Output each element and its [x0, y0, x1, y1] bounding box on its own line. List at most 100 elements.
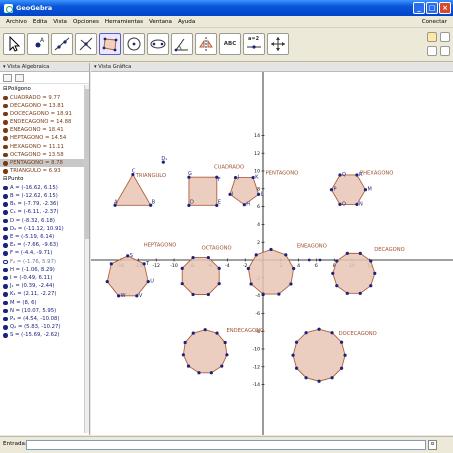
vertex-point[interactable]: [269, 247, 273, 252]
list-item[interactable]: H = (-1.06, 8.29): [0, 266, 88, 274]
list-item[interactable]: ENEAGONO = 18.41: [0, 126, 88, 134]
list-item[interactable]: E = (-5.19, 6.14): [0, 233, 88, 241]
connect-link[interactable]: Conectar: [422, 19, 447, 25]
vertex-point[interactable]: [191, 331, 195, 335]
algebra-list[interactable]: ⊟Polígono CUADRADO = 9.77 DECAGONO = 13.…: [0, 85, 88, 435]
vertex-point[interactable]: [294, 366, 299, 370]
menu-ventana[interactable]: Ventana: [146, 19, 175, 25]
vertex-point[interactable]: [217, 282, 221, 286]
circle-tool[interactable]: [123, 33, 145, 55]
vertex-point[interactable]: [223, 340, 227, 345]
vertex-point[interactable]: [105, 279, 109, 284]
list-item[interactable]: Q₂ = (5.83, -10.27): [0, 323, 88, 331]
list-item[interactable]: I = (-0.49, 6.11): [0, 274, 88, 282]
vertex-point[interactable]: [335, 259, 339, 263]
group-polygon[interactable]: ⊟Polígono: [0, 85, 88, 94]
list-item[interactable]: J₁ = (0.39, -2.44): [0, 282, 88, 290]
input-help-button[interactable]: α: [428, 440, 437, 450]
menu-herramientas[interactable]: Herramientas: [102, 19, 146, 25]
free-point[interactable]: [318, 258, 322, 262]
vertex-point[interactable]: [369, 259, 373, 263]
algebra-scrollbar[interactable]: [84, 85, 89, 433]
vertex-point[interactable]: [209, 371, 213, 375]
list-item[interactable]: HEPTAGONO = 14.54: [0, 134, 88, 142]
conic-tool[interactable]: [147, 33, 169, 55]
vertex-point[interactable]: [217, 266, 221, 270]
minimize-button[interactable]: _: [413, 2, 425, 14]
vertex-point[interactable]: [317, 327, 321, 331]
vertex-point[interactable]: [339, 340, 344, 344]
vertex-point[interactable]: [206, 292, 210, 297]
vertex-point[interactable]: [206, 255, 210, 260]
menu-archivo[interactable]: Archivo: [3, 19, 30, 25]
list-item-selected[interactable]: PENTAGONO = 8.78: [0, 159, 88, 168]
perpendicular-tool[interactable]: [75, 33, 97, 55]
redo-icon[interactable]: [427, 46, 437, 56]
group-point[interactable]: ⊟Punto: [0, 175, 88, 184]
list-item[interactable]: M = (8, 6): [0, 299, 88, 307]
list-item[interactable]: DECAGONO = 13.81: [0, 102, 88, 110]
menu-vista[interactable]: Vista: [50, 19, 70, 25]
vertex-point[interactable]: [291, 353, 295, 357]
vertex-point[interactable]: [373, 271, 377, 275]
vertex-point[interactable]: [191, 255, 195, 260]
list-item[interactable]: D₂ = (-11.12, 10.91): [0, 225, 88, 233]
graphics-canvas[interactable]: -16-14-12-10-8-6-4-2246810121412108642-2…: [91, 72, 453, 435]
heptagon-shape[interactable]: [106, 255, 149, 297]
list-item[interactable]: E₂ = (-7.66, -9.63): [0, 241, 88, 249]
decagon-shape[interactable]: [332, 252, 376, 294]
vertex-point[interactable]: [331, 271, 335, 275]
polygon-tool[interactable]: [99, 33, 121, 55]
vertex-point[interactable]: [343, 353, 347, 357]
point-tool[interactable]: A: [27, 33, 49, 55]
reflect-tool[interactable]: [195, 33, 217, 55]
vertex-point[interactable]: [249, 282, 253, 286]
list-item[interactable]: CUADRADO = 9.77: [0, 94, 88, 102]
vertex-point[interactable]: [180, 282, 184, 286]
list-item[interactable]: P₂ = (4.54, -10.08): [0, 315, 88, 323]
undo-icon[interactable]: [427, 32, 437, 42]
vertex-point[interactable]: [261, 292, 265, 296]
menu-opciones[interactable]: Opciones: [70, 19, 102, 25]
list-item[interactable]: N = (10.07, 5.95): [0, 307, 88, 315]
menu-edita[interactable]: Edita: [30, 19, 50, 25]
vertex-point[interactable]: [254, 253, 258, 257]
text-tool[interactable]: ABC: [219, 33, 241, 55]
slider-tool[interactable]: a=2: [243, 33, 265, 55]
vertex-point[interactable]: [304, 376, 308, 380]
list-item[interactable]: TRIANGULO = 6.93: [0, 167, 88, 175]
list-item[interactable]: F₂ = (-1.76, 5.97): [0, 258, 88, 266]
move-view-tool[interactable]: [267, 33, 289, 55]
auxiliary-objects-icon[interactable]: [3, 74, 12, 82]
vertex-point[interactable]: [294, 340, 299, 344]
menu-ayuda[interactable]: Ayuda: [175, 19, 198, 25]
list-item[interactable]: OCTAGONO = 13.58: [0, 151, 88, 159]
vertex-point[interactable]: [246, 266, 250, 271]
close-button[interactable]: ×: [439, 2, 451, 14]
input-field[interactable]: [26, 440, 426, 450]
list-item[interactable]: K₁ = (2.11, -2.27): [0, 290, 88, 298]
vertex-point[interactable]: [345, 251, 349, 255]
list-item[interactable]: B = (-12.62, 6.15): [0, 192, 88, 200]
vertex-point[interactable]: [183, 340, 187, 345]
vertex-point[interactable]: [180, 266, 184, 270]
vertex-point[interactable]: [358, 291, 362, 295]
vertex-point[interactable]: [181, 353, 185, 357]
list-item[interactable]: D = (-8.32, 6.18): [0, 217, 88, 225]
list-item[interactable]: F = (-4.4, -9.71): [0, 249, 88, 257]
move-tool[interactable]: [3, 33, 25, 55]
vertex-point[interactable]: [191, 292, 195, 297]
hexagon-shape[interactable]: [330, 174, 366, 205]
vertex-point[interactable]: [335, 284, 339, 288]
free-point[interactable]: [307, 258, 311, 262]
list-item[interactable]: C₁ = (-6.11, -2.37): [0, 208, 88, 216]
vertex-point[interactable]: [277, 292, 281, 296]
vertex-point[interactable]: [345, 291, 349, 295]
list-item[interactable]: B₁ = (-7.79, -2.36): [0, 200, 88, 208]
vertex-point[interactable]: [289, 282, 293, 286]
sort-by-icon[interactable]: [15, 74, 24, 82]
list-item[interactable]: HEXAGONO = 11.11: [0, 143, 88, 151]
vertex-point[interactable]: [215, 331, 219, 335]
nonagon-shape[interactable]: [247, 248, 295, 295]
vertex-point[interactable]: [292, 266, 296, 271]
